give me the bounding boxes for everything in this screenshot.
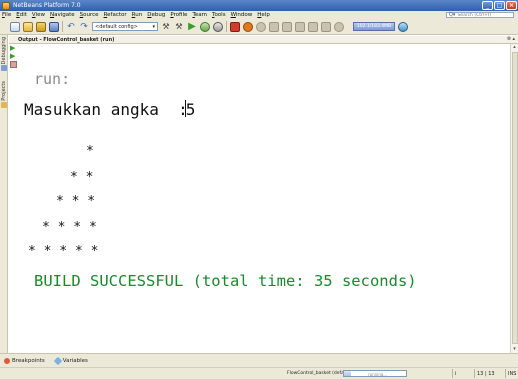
menu-window[interactable]: Window xyxy=(231,12,253,18)
rerun-icon[interactable]: ▶ xyxy=(10,45,17,52)
window-title: NetBeans Platform 7.0 xyxy=(13,2,81,9)
menu-team[interactable]: Team xyxy=(192,12,207,18)
output-toolbar: ▶ ▶ xyxy=(9,44,19,68)
status-bar: FlowControl_basket (default) running... … xyxy=(0,367,518,379)
debug-project-icon[interactable] xyxy=(200,21,210,32)
menu-help[interactable]: Help xyxy=(257,12,270,18)
maximize-button[interactable]: □ xyxy=(494,1,505,10)
window-controls: _ □ × xyxy=(482,1,517,10)
run-to-cursor-icon[interactable] xyxy=(321,21,331,32)
tab-variables[interactable]: Variables xyxy=(53,356,88,365)
projects-icon xyxy=(1,101,7,108)
scroll-down-icon[interactable]: ▾ xyxy=(511,346,518,353)
variables-icon xyxy=(53,356,62,365)
console-build-status: BUILD SUCCESSFUL (total time: 35 seconds… xyxy=(34,272,417,290)
redo-icon[interactable]: ↷ xyxy=(79,22,89,32)
menu-profile[interactable]: Profile xyxy=(170,12,187,18)
profile-project-icon[interactable] xyxy=(213,21,223,32)
console-prompt-text: Masukkan angka : xyxy=(24,100,188,119)
new-project-icon[interactable] xyxy=(23,21,33,32)
tab-projects[interactable]: Projects xyxy=(0,81,8,108)
clean-build-icon[interactable]: ⚒ xyxy=(174,22,184,32)
star-row-1: * xyxy=(86,144,94,159)
menu-refactor[interactable]: Refactor xyxy=(104,12,127,18)
menu-edit[interactable]: Edit xyxy=(16,12,27,18)
menu-run[interactable]: Run xyxy=(132,12,143,18)
star-row-4: * * * * xyxy=(42,220,97,235)
status-project-label: FlowControl_basket (default) xyxy=(287,371,352,376)
config-select[interactable]: <default config> ▾ xyxy=(92,22,158,31)
search-input[interactable] xyxy=(457,12,514,18)
vertical-scrollbar[interactable]: ▴ ▾ xyxy=(510,44,518,353)
chevron-down-icon: ▾ xyxy=(152,23,155,30)
tab-projects-label: Projects xyxy=(1,81,7,101)
console-prompt-line: Masukkan angka : 5 xyxy=(24,100,195,119)
tab-debugging[interactable]: Debugging xyxy=(0,37,8,72)
minimize-button[interactable]: _ xyxy=(482,1,493,10)
main-toolbar: ↶ ↷ <default config> ▾ ⚒ ⚒ ▶ 102.1/183.4… xyxy=(0,19,518,35)
menu-bar: File Edit View Navigate Source Refactor … xyxy=(0,11,518,19)
tab-variables-label: Variables xyxy=(62,357,88,364)
debugging-icon xyxy=(1,65,7,72)
rerun-with-settings-icon[interactable]: ▶ xyxy=(10,53,17,60)
finish-debugger-icon[interactable] xyxy=(230,21,240,32)
memory-usage-widget[interactable]: 102.1/183.4MB xyxy=(353,22,395,31)
tab-debugging-label: Debugging xyxy=(1,37,7,65)
save-all-icon[interactable] xyxy=(49,21,59,32)
step-over-icon[interactable] xyxy=(269,21,279,32)
menu-debug[interactable]: Debug xyxy=(147,12,165,18)
menu-source[interactable]: Source xyxy=(80,12,99,18)
insert-mode: INS xyxy=(505,369,518,378)
menu-tools[interactable]: Tools xyxy=(212,12,226,18)
run-progress-bar[interactable]: running... xyxy=(343,370,407,377)
open-project-icon[interactable] xyxy=(36,21,46,32)
scroll-up-icon[interactable]: ▴ xyxy=(511,44,518,51)
menu-navigate[interactable]: Navigate xyxy=(50,12,75,18)
title-bar: NetBeans Platform 7.0 _ □ × xyxy=(0,0,518,11)
pause-icon[interactable] xyxy=(243,21,253,32)
breakpoint-icon xyxy=(4,357,10,364)
caret-position: 13 | 13 xyxy=(474,369,504,378)
status-info-icon[interactable]: i xyxy=(452,369,464,378)
search-icon: Q▾ xyxy=(449,12,456,18)
tab-breakpoints-label: Breakpoints xyxy=(12,357,45,364)
step-into-icon[interactable] xyxy=(295,21,305,32)
panel-controls[interactable]: ⊗ ▴ xyxy=(507,36,515,42)
run-progress-label: running... xyxy=(368,372,388,377)
bottom-tool-tabs: Breakpoints Variables xyxy=(0,353,518,367)
run-progress-fill xyxy=(344,371,352,376)
continue-icon[interactable] xyxy=(256,21,266,32)
build-hammer-icon[interactable]: ⚒ xyxy=(161,22,171,32)
garbage-collect-icon[interactable] xyxy=(398,21,408,32)
run-project-icon[interactable]: ▶ xyxy=(187,21,197,32)
left-tool-strip: Debugging Projects xyxy=(0,35,8,353)
undo-icon[interactable]: ↶ xyxy=(66,22,76,32)
menu-view[interactable]: View xyxy=(32,12,45,18)
close-button[interactable]: × xyxy=(506,1,517,10)
star-row-3: * * * xyxy=(56,194,96,209)
stop-icon[interactable] xyxy=(10,61,17,68)
netbeans-logo-icon xyxy=(2,1,10,10)
step-over-expression-icon[interactable] xyxy=(282,21,292,32)
config-select-value: <default config> xyxy=(95,23,138,30)
console-input-value: 5 xyxy=(185,100,196,119)
console-run-label: run: xyxy=(34,70,71,88)
menu-file[interactable]: File xyxy=(2,12,11,18)
star-row-2: * * xyxy=(70,170,94,185)
tab-breakpoints[interactable]: Breakpoints xyxy=(4,357,45,364)
step-out-icon[interactable] xyxy=(308,21,318,32)
toolbar-divider xyxy=(62,21,63,32)
quick-search: Q▾ xyxy=(446,12,514,18)
scrollbar-thumb[interactable] xyxy=(512,52,518,344)
new-file-icon[interactable] xyxy=(10,21,20,32)
output-window-header: Output - FlowControl_basket (run) ⊗ ▴ xyxy=(9,36,518,44)
toolbar-divider xyxy=(226,21,227,32)
star-row-5: * * * * * xyxy=(28,244,99,259)
apply-code-changes-icon[interactable] xyxy=(334,21,344,32)
output-window-title[interactable]: Output - FlowControl_basket (run) xyxy=(18,37,114,43)
